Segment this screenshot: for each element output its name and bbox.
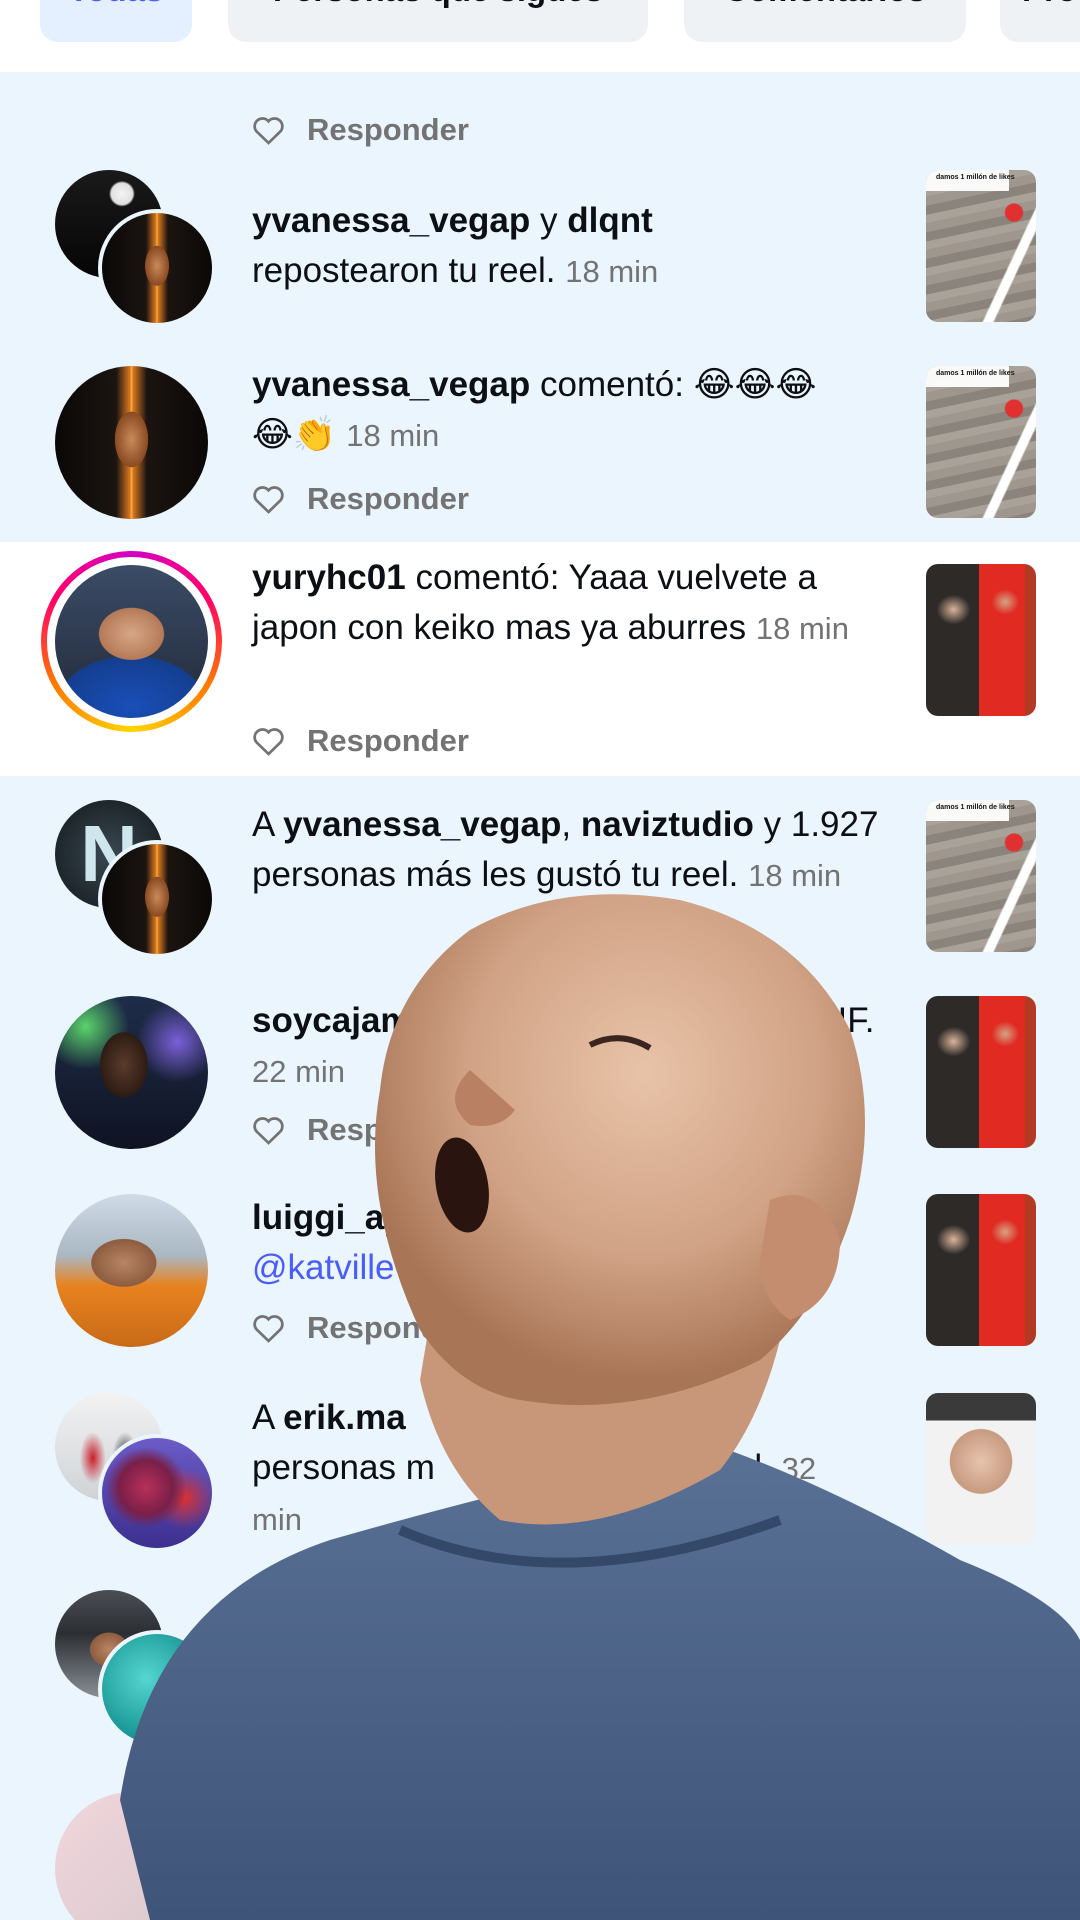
username[interactable]: erik.ma (283, 1398, 406, 1437)
reel-thumbnail[interactable] (926, 1194, 1036, 1346)
heart-icon[interactable] (252, 726, 285, 756)
reel-thumbnail[interactable]: damos 1 millón de likes (926, 800, 1036, 952)
reply-button[interactable]: Responder (252, 721, 469, 761)
notification-row[interactable]: yuryhc01 comentó: Yaaa vuelvete a japon … (0, 542, 1080, 776)
username[interactable]: dlqnt (567, 201, 653, 240)
notification-row[interactable] (0, 1784, 1080, 1920)
notification-text: yvanessa_vegap comentó: 😂😂😂 😂👏 18 min (252, 365, 817, 454)
emoji: 😂👏 (252, 415, 337, 454)
avatar[interactable] (55, 996, 208, 1149)
notification-row[interactable]: yvanessa_vegap y dlqnt repostearon tu re… (0, 162, 1080, 342)
chip-comentarios[interactable]: Comentarios (684, 0, 966, 42)
notification-row[interactable]: soycajamarca co GIF. 22 min Responder (0, 986, 1080, 1182)
notification-row[interactable]: yvanessa_vegap comentó: 😂😂😂 😂👏 18 min Re… (0, 342, 1080, 542)
avatar[interactable] (55, 1792, 208, 1920)
username[interactable]: yvanessa_vegap (252, 201, 530, 240)
heart-icon[interactable] (252, 1313, 285, 1343)
reply-button[interactable]: Responder (252, 1308, 469, 1348)
notification-row[interactable]: A erik.ma personas m el. 32 min (0, 1378, 1080, 1584)
reel-thumbnail[interactable]: damos 1 millón de likes (926, 170, 1036, 322)
reel-thumbnail[interactable] (926, 1393, 1036, 1545)
avatar[interactable] (98, 1434, 216, 1552)
reel-thumbnail[interactable] (926, 564, 1036, 716)
timestamp: 18 min (565, 254, 659, 289)
avatar[interactable] (98, 1630, 216, 1748)
notification-text: A erik.ma personas m el. 32 min (252, 1398, 817, 1537)
notification-row[interactable] (0, 1584, 1080, 1784)
heart-icon[interactable] (252, 1115, 285, 1145)
notification-row: Responder (0, 72, 1080, 162)
timestamp: 18 min (748, 858, 842, 893)
reel-thumbnail[interactable] (926, 996, 1036, 1148)
timestamp: 18 min (346, 418, 440, 453)
avatar[interactable] (55, 366, 208, 519)
notification-text: A yvanessa_vegap, naviztudio y 1.927 per… (252, 805, 879, 894)
notification-text: yvanessa_vegap y dlqnt repostearon tu re… (252, 201, 659, 290)
chip-pro[interactable]: Pro (1000, 0, 1080, 42)
username[interactable]: soycajamarca (252, 1001, 484, 1040)
notification-text: yuryhc01 comentó: Yaaa vuelvete a japon … (252, 558, 849, 647)
username[interactable]: yvanessa_vegap (283, 805, 561, 844)
heart-icon[interactable] (252, 115, 285, 145)
reel-thumbnail[interactable] (926, 1590, 1036, 1742)
username[interactable]: luiggi_ayr (252, 1198, 417, 1237)
timestamp: 22 min (252, 1054, 346, 1089)
avatar[interactable] (98, 840, 216, 958)
timestamp: 18 min (755, 611, 849, 646)
timestamp: 32 (781, 1451, 817, 1486)
notification-row[interactable]: N A yvanessa_vegap, naviztudio y 1.927 p… (0, 776, 1080, 986)
notification-text: luiggi_ayrto @katville (252, 1198, 451, 1287)
reply-button[interactable]: Responder (252, 110, 469, 150)
mention-link[interactable]: @katville (252, 1248, 395, 1287)
story-ring[interactable] (41, 551, 222, 732)
reel-thumbnail[interactable]: damos 1 millón de likes (926, 366, 1036, 518)
emoji: 😂😂😂 (693, 365, 817, 404)
reply-button[interactable]: Responder (252, 1110, 469, 1150)
username[interactable]: naviztudio (581, 805, 754, 844)
notification-text: soycajamarca co GIF. 22 min (252, 1001, 875, 1089)
chip-personas-que-sigues[interactable]: Personas que sigues (228, 0, 648, 42)
heart-icon[interactable] (252, 484, 285, 514)
avatar[interactable] (98, 209, 216, 327)
avatar[interactable] (55, 565, 208, 718)
username[interactable]: yuryhc01 (252, 558, 406, 597)
filter-chips: Todas Personas que sigues Comentarios Pr… (0, 0, 1080, 72)
notification-row[interactable]: luiggi_ayrto @katville Responder (0, 1182, 1080, 1378)
avatar[interactable] (55, 1194, 208, 1347)
chip-todas[interactable]: Todas (40, 0, 192, 42)
username[interactable]: yvanessa_vegap (252, 365, 530, 404)
notifications-screen: Todas Personas que sigues Comentarios Pr… (0, 0, 1080, 1920)
reply-button[interactable]: Responder (252, 479, 469, 519)
